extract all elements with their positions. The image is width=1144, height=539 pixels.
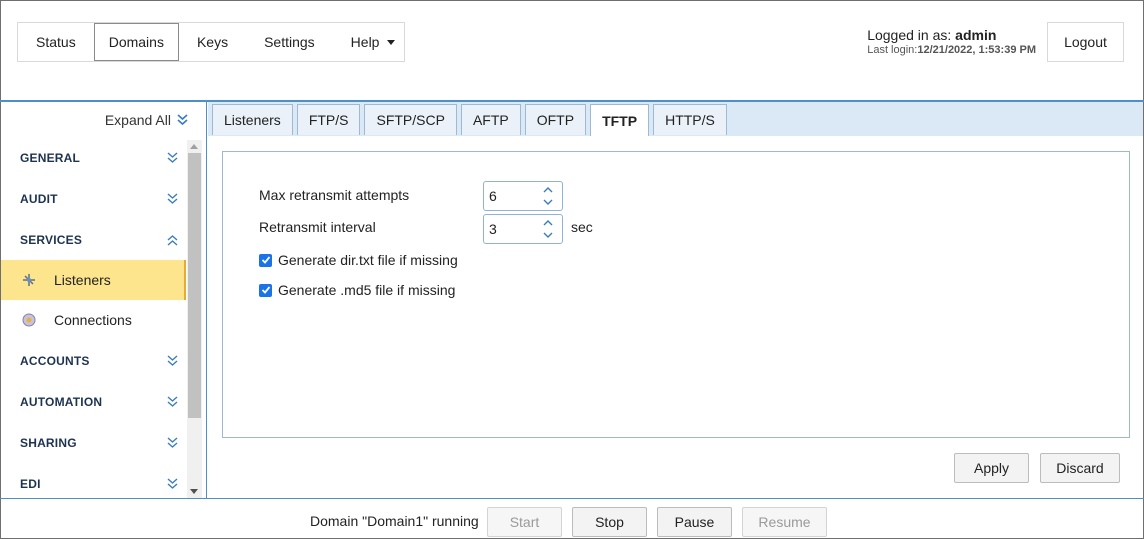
gen-dir-option: Generate dir.txt file if missing bbox=[259, 252, 458, 268]
gen-md5-checkbox[interactable] bbox=[259, 283, 272, 297]
retransmit-interval-unit: sec bbox=[571, 219, 593, 235]
sidebar-section-accounts[interactable]: ACCOUNTS bbox=[1, 340, 186, 381]
sidebar-section-label: ACCOUNTS bbox=[20, 353, 90, 368]
sidebar-item-label: Listeners bbox=[54, 272, 111, 288]
stepper-buttons bbox=[538, 184, 558, 208]
protocol-tabs: Listeners FTP/S SFTP/SCP AFTP OFTP TFTP … bbox=[212, 104, 727, 136]
domain-status: Domain "Domain1" running bbox=[310, 513, 479, 529]
tab-aftp[interactable]: AFTP bbox=[460, 104, 521, 135]
sidebar-section-general[interactable]: GENERAL bbox=[1, 137, 186, 178]
max-retransmit-label: Max retransmit attempts bbox=[259, 187, 410, 203]
top-nav: Status Domains Keys Settings Help bbox=[17, 22, 405, 62]
sidebar-section-automation[interactable]: AUTOMATION bbox=[1, 381, 186, 422]
tab-sftp-scp[interactable]: SFTP/SCP bbox=[364, 104, 457, 135]
sidebar-section-services[interactable]: SERVICES bbox=[1, 219, 186, 260]
chevron-up-icon[interactable] bbox=[538, 184, 558, 196]
max-retransmit-input[interactable] bbox=[484, 182, 536, 210]
sidebar-item-label: Connections bbox=[54, 312, 132, 328]
tab-tftp[interactable]: TFTP bbox=[590, 104, 650, 136]
nav-help[interactable]: Help bbox=[333, 23, 414, 61]
last-login-label: Last login: bbox=[867, 44, 918, 56]
double-chevron-down-icon bbox=[167, 395, 178, 407]
pause-button[interactable]: Pause bbox=[657, 507, 732, 537]
sidebar-list: GENERAL AUDIT SERVICES Listeners Connect… bbox=[1, 137, 186, 504]
double-chevron-down-icon bbox=[167, 192, 178, 204]
double-chevron-down-icon bbox=[167, 354, 178, 366]
scrollbar-thumb[interactable] bbox=[188, 153, 201, 418]
tab-listeners[interactable]: Listeners bbox=[212, 104, 293, 135]
sidebar-section-sharing[interactable]: SHARING bbox=[1, 422, 186, 463]
nav-settings[interactable]: Settings bbox=[246, 23, 333, 61]
chevron-down-icon[interactable] bbox=[538, 196, 558, 208]
gen-dir-label: Generate dir.txt file if missing bbox=[278, 252, 458, 268]
caret-down-icon bbox=[387, 39, 396, 45]
chevron-down-icon[interactable] bbox=[538, 229, 558, 241]
retransmit-interval-stepper bbox=[483, 214, 563, 244]
nav-keys[interactable]: Keys bbox=[179, 23, 246, 61]
discard-button[interactable]: Discard bbox=[1040, 453, 1120, 483]
sidebar-section-label: SERVICES bbox=[20, 232, 83, 247]
retransmit-interval-input[interactable] bbox=[484, 215, 536, 243]
gen-md5-label: Generate .md5 file if missing bbox=[278, 282, 456, 298]
tab-oftp[interactable]: OFTP bbox=[524, 104, 587, 135]
nav-domains[interactable]: Domains bbox=[93, 23, 179, 61]
sidebar-section-audit[interactable]: AUDIT bbox=[1, 178, 186, 219]
logout-button[interactable]: Logout bbox=[1047, 22, 1124, 62]
sidebar-section-label: EDI bbox=[20, 476, 41, 491]
login-info: Logged in as: admin Last login:12/21/202… bbox=[867, 27, 1036, 56]
sidebar-section-label: GENERAL bbox=[20, 150, 81, 165]
username: admin bbox=[955, 27, 997, 43]
start-button[interactable]: Start bbox=[487, 507, 562, 537]
tab-https[interactable]: HTTP/S bbox=[653, 104, 727, 135]
double-chevron-down-icon bbox=[177, 114, 188, 126]
listeners-icon bbox=[21, 272, 37, 288]
sidebar-item-connections[interactable]: Connections bbox=[1, 300, 186, 340]
last-login-line: Last login:12/21/2022, 1:53:39 PM bbox=[867, 44, 1036, 56]
double-chevron-down-icon bbox=[167, 477, 178, 489]
gen-md5-option: Generate .md5 file if missing bbox=[259, 282, 455, 298]
retransmit-interval-label: Retransmit interval bbox=[259, 219, 376, 235]
nav-status[interactable]: Status bbox=[18, 23, 94, 61]
footer-divider bbox=[0, 498, 1144, 499]
max-retransmit-stepper bbox=[483, 181, 563, 211]
sidebar: Expand All GENERAL AUDIT SERVICES Listen… bbox=[1, 102, 207, 498]
sidebar-section-label: AUTOMATION bbox=[20, 394, 103, 409]
sidebar-scrollbar[interactable] bbox=[187, 140, 202, 498]
tab-ftps[interactable]: FTP/S bbox=[296, 104, 361, 135]
checkmark-icon bbox=[261, 286, 270, 294]
double-chevron-up-icon bbox=[167, 234, 178, 246]
stop-button[interactable]: Stop bbox=[572, 507, 647, 537]
sidebar-item-listeners[interactable]: Listeners bbox=[1, 260, 186, 300]
apply-button[interactable]: Apply bbox=[954, 453, 1029, 483]
stepper-buttons bbox=[538, 217, 558, 241]
resume-button[interactable]: Resume bbox=[742, 507, 827, 537]
sidebar-section-label: AUDIT bbox=[20, 191, 58, 206]
nav-help-label: Help bbox=[350, 34, 380, 50]
double-chevron-down-icon bbox=[167, 151, 178, 163]
logged-in-line: Logged in as: admin bbox=[867, 27, 1036, 43]
chevron-up-icon[interactable] bbox=[538, 217, 558, 229]
logged-in-prefix: Logged in as: bbox=[867, 27, 952, 43]
last-login-value: 12/21/2022, 1:53:39 PM bbox=[917, 44, 1036, 56]
connections-icon bbox=[21, 312, 37, 328]
sidebar-section-label: SHARING bbox=[20, 435, 77, 450]
double-chevron-down-icon bbox=[167, 436, 178, 448]
scroll-down-arrow-icon[interactable] bbox=[190, 489, 198, 494]
gen-dir-checkbox[interactable] bbox=[259, 253, 272, 267]
checkmark-icon bbox=[261, 256, 270, 264]
expand-all-label: Expand All bbox=[104, 112, 171, 128]
expand-all-button[interactable]: Expand All bbox=[105, 112, 188, 128]
scroll-up-arrow-icon[interactable] bbox=[190, 144, 198, 149]
